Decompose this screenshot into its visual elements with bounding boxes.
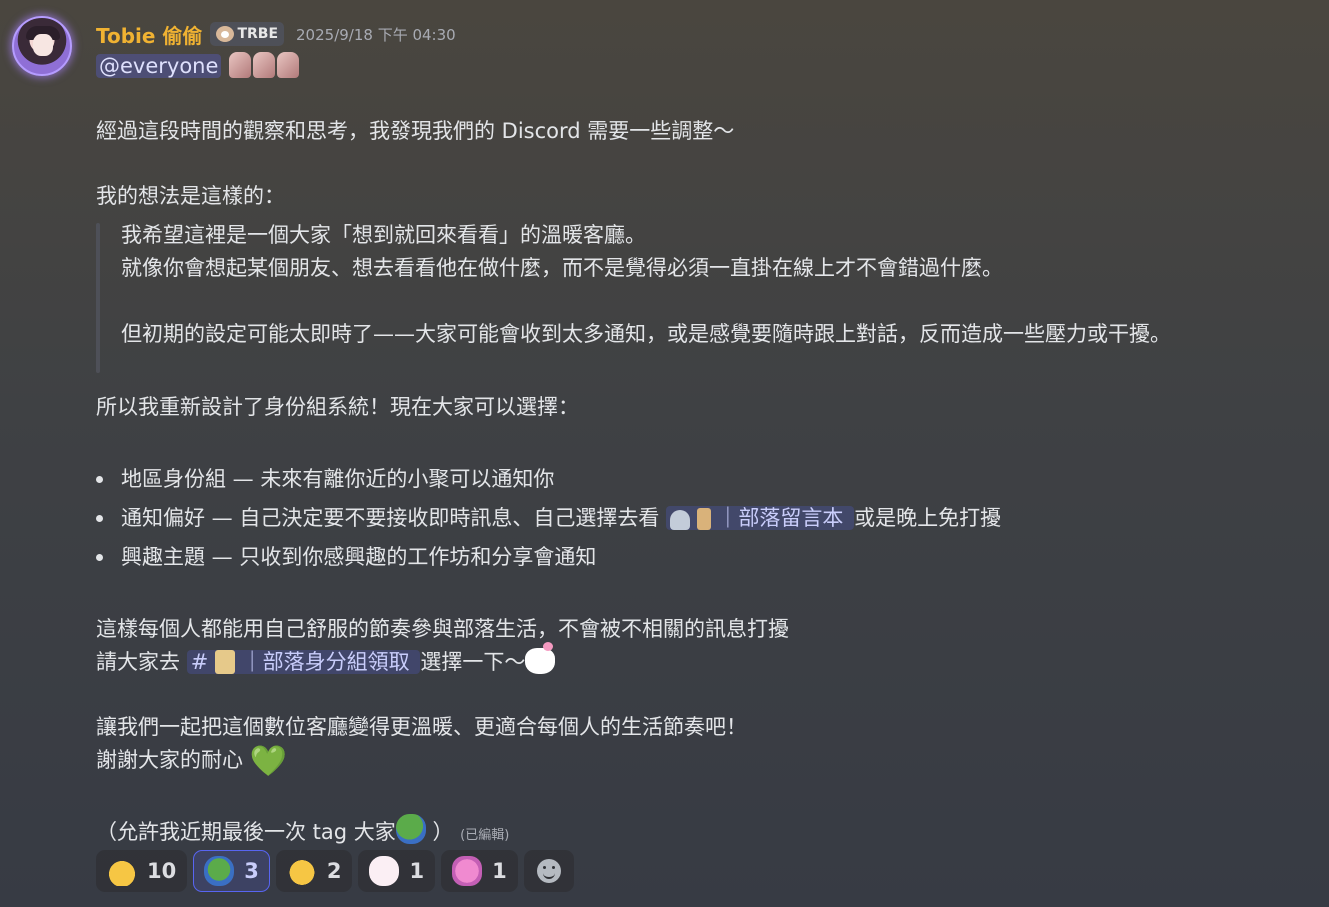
pink-character-icon bbox=[452, 856, 483, 886]
hash-icon: # bbox=[190, 650, 209, 674]
reaction-count: 2 bbox=[326, 859, 342, 883]
reaction-cat-heart[interactable]: 1 bbox=[358, 850, 436, 892]
sticker-emoji-icon[interactable] bbox=[277, 52, 300, 78]
footnote-end: ） bbox=[432, 820, 454, 844]
channel-name: ｜部落身分組領取 bbox=[241, 650, 410, 674]
rock-emoji-icon bbox=[670, 510, 691, 530]
intro-text: 經過這段時間的觀察和思考，我發現我們的 Discord 需要一些調整～ bbox=[96, 119, 735, 143]
avatar-face bbox=[33, 34, 53, 56]
bullet-dot bbox=[96, 476, 103, 483]
reaction-count: 3 bbox=[244, 859, 259, 883]
reaction-clapping-hands[interactable]: 2 bbox=[275, 850, 353, 892]
server-tag-label: TRBE bbox=[237, 26, 279, 42]
footnote-text: （允許我近期最後一次 tag 大家 bbox=[96, 820, 396, 844]
reaction-pink-character[interactable]: 1 bbox=[441, 850, 518, 892]
quote-line: 我希望這裡是一個大家「想到就回來看看」的溫暖客廳。 bbox=[121, 223, 646, 247]
server-tag-badge[interactable]: TRBE bbox=[210, 22, 285, 46]
message: Tobie 偷偷 TRBE 2025/9/18 下午 04:30 @everyo… bbox=[96, 18, 1319, 844]
cat-heart-icon bbox=[369, 856, 400, 886]
cat-heart-emoji-icon[interactable] bbox=[525, 642, 556, 674]
bullet-text: 或是晚上免打擾 bbox=[854, 506, 1002, 530]
thanks-line: 謝謝大家的耐心 💚 bbox=[96, 744, 287, 779]
quote-line: 就像你會想起某個朋友、想去看看他在做什麼，而不是覺得必須一直掛在線上才不會錯過什… bbox=[121, 256, 1003, 280]
channel-link-roles[interactable]: # ｜部落身分組領取 bbox=[186, 650, 421, 674]
clapping-hands-icon bbox=[286, 856, 317, 886]
channel-name: ｜部落留言本 bbox=[717, 506, 844, 530]
bullet-item: 地區身份組 — 未來有離你近的小聚可以通知你 bbox=[121, 467, 555, 491]
raising-hands-icon bbox=[107, 856, 137, 886]
reaction-raising-hands[interactable]: 10 bbox=[96, 850, 188, 892]
go-text: 選擇一下～ bbox=[420, 650, 526, 674]
channel-link-guestbook[interactable]: ｜部落留言本 bbox=[666, 506, 855, 530]
sticker-emoji-icon[interactable] bbox=[229, 52, 252, 78]
reactions-bar: 10 3 2 1 1 bbox=[96, 850, 574, 892]
blockquote-bar bbox=[96, 223, 100, 373]
reaction-count: 1 bbox=[409, 859, 425, 883]
timestamp[interactable]: 2025/9/18 下午 04:30 bbox=[296, 24, 456, 45]
reaction-count: 10 bbox=[147, 859, 177, 883]
quote-line: 但初期的設定可能太即時了——大家可能會收到太多通知，或是感覺要隨時跟上對話，反而… bbox=[121, 322, 1171, 346]
green-heart-icon[interactable]: 💚 bbox=[250, 744, 287, 779]
smiley-icon bbox=[536, 859, 561, 883]
go-line: 請大家去 # ｜部落身分組領取 選擇一下～ bbox=[96, 642, 556, 676]
pepe-emoji-icon[interactable] bbox=[395, 814, 426, 844]
edited-label: (已編輯) bbox=[460, 828, 510, 843]
footnote-line: （允許我近期最後一次 tag 大家 ） (已編輯) bbox=[96, 814, 509, 850]
bullet-text: 通知偏好 — 自己決定要不要接收即時訊息、自己選擇去看 bbox=[121, 506, 660, 530]
user-avatar[interactable] bbox=[12, 16, 72, 76]
pepe-icon bbox=[204, 856, 235, 886]
reaction-count: 1 bbox=[492, 859, 507, 883]
add-reaction-button[interactable] bbox=[523, 850, 574, 892]
username[interactable]: Tobie 偷偷 bbox=[96, 20, 202, 49]
go-text: 請大家去 bbox=[96, 650, 180, 674]
message-header: Tobie 偷偷 TRBE 2025/9/18 下午 04:30 bbox=[96, 18, 1319, 50]
redesign-text: 所以我重新設計了身份組系統！現在大家可以選擇： bbox=[96, 395, 579, 419]
rhythm-text: 這樣每個人都能用自己舒服的節奏參與部落生活，不會被不相關的訊息打擾 bbox=[96, 617, 789, 641]
mention-line: @everyone bbox=[96, 52, 300, 80]
signpost-emoji-icon bbox=[696, 508, 711, 530]
bullet-dot bbox=[96, 515, 103, 522]
everyone-mention[interactable]: @everyone bbox=[96, 54, 222, 78]
sticker-emoji-icon[interactable] bbox=[253, 52, 276, 78]
thanks-text: 謝謝大家的耐心 bbox=[96, 748, 243, 772]
bullet-item: 興趣主題 — 只收到你感興趣的工作坊和分享會通知 bbox=[121, 545, 597, 569]
reaction-pepe[interactable]: 3 bbox=[193, 850, 270, 892]
idea-heading: 我的想法是這樣的： bbox=[96, 184, 285, 208]
server-tag-icon bbox=[216, 26, 235, 42]
bullet-item: 通知偏好 — 自己決定要不要接收即時訊息、自己選擇去看 ｜部落留言本 或是晚上免… bbox=[121, 504, 1001, 532]
closing-text: 讓我們一起把這個數位客廳變得更溫暖、更適合每個人的生活節奏吧！ bbox=[96, 715, 747, 739]
scroll-emoji-icon bbox=[214, 650, 235, 674]
bullet-dot bbox=[96, 554, 103, 561]
